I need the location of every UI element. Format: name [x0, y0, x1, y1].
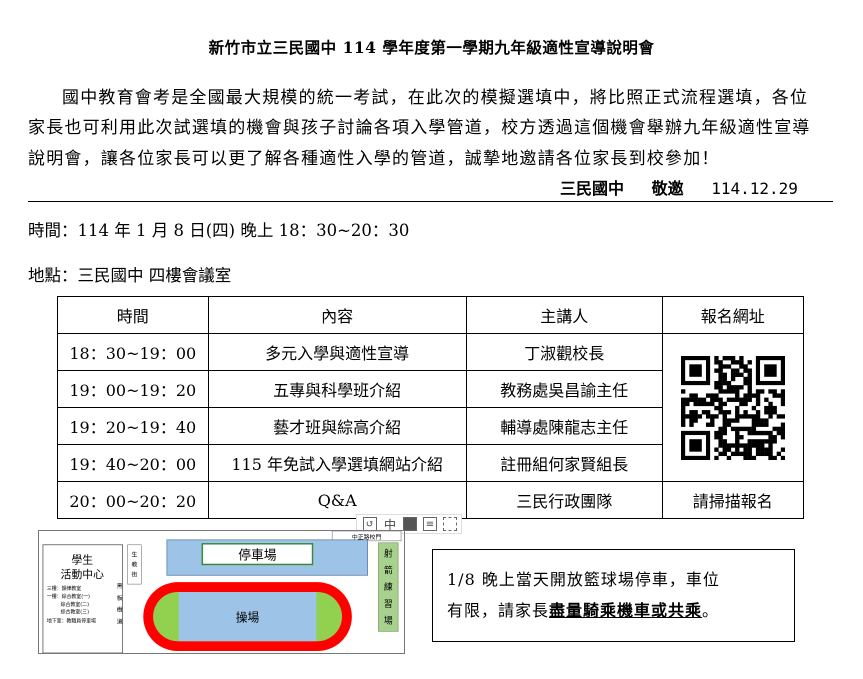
event-place: 地點：三民國中 四樓會議室 [28, 266, 232, 285]
table-row: 20：00~20：20 Q&A 三民行政團隊 請掃描報名 [57, 481, 805, 519]
row-content: 115 年免試入學選填網站介紹 [207, 444, 467, 482]
intro-line-2: 家長也可利用此次試選填的機會與孩子討論各項入學管道，校方透過這個機會舉辦九年級適… [28, 118, 811, 138]
schedule-table: 時間 內容 主講人 報名網址 18：30~19：00 多元入學與適性宣導 丁淑觀… [57, 296, 805, 519]
qr-cell [661, 333, 805, 482]
svg-text:道: 道 [117, 617, 123, 625]
inline-icon[interactable]: 中 [383, 517, 397, 532]
square-icon[interactable] [403, 517, 417, 531]
header-signup: 報名網址 [661, 296, 805, 334]
svg-text:綜合教室(三): 綜合教室(三) [61, 609, 89, 616]
row-speaker: 註冊組何家賢組長 [465, 444, 663, 482]
header-content: 內容 [207, 296, 467, 334]
svg-text:一樓：綜合教室(一): 一樓：綜合教室(一) [47, 593, 90, 600]
row-content: 五專與科學班介紹 [207, 370, 467, 408]
svg-text:板: 板 [117, 594, 123, 602]
row-speaker: 教務處吳昌諭主任 [465, 370, 663, 408]
divider [28, 201, 833, 202]
svg-text:街: 街 [131, 570, 137, 578]
signature-invite: 敬邀 [651, 179, 684, 198]
notice-emphasis: 盡量騎乘機車或共乘 [549, 601, 703, 620]
qr-code-icon[interactable] [680, 355, 785, 460]
svg-text:射: 射 [384, 548, 393, 560]
svg-text:教: 教 [131, 560, 137, 568]
header-speaker: 主講人 [465, 296, 663, 334]
layout-options-icon[interactable]: ≡ [423, 517, 437, 531]
signature: 三民國中 敬邀 114.12.29 [560, 175, 820, 199]
svg-text:習: 習 [384, 599, 393, 610]
intro-line-1: 國中教育會考是全國最大規模的統一考試，在此次的模擬選填中，將比照正式流程選填，各… [62, 88, 809, 108]
row-time: 20：00~20：20 [57, 481, 209, 519]
table-row: 18：30~19：00 多元入學與適性宣導 丁淑觀校長 [57, 333, 805, 482]
svg-text:樹: 樹 [117, 606, 123, 614]
notice-line-2-suffix: 。 [702, 601, 720, 620]
table-header-row: 時間 內容 主講人 報名網址 [57, 296, 805, 334]
svg-text:練: 練 [384, 581, 393, 593]
notice-line-2: 有限，請家長盡量騎乘機車或共乘。 [447, 597, 719, 621]
campus-map: 中正路校門 學生 活動中心 三樓：韻律教室 一樓：綜合教室(一) 綜合教室(二)… [38, 530, 405, 654]
document-title: 新竹市立三民國中 114 學年度第一學期九年級適性宣導說明會 [208, 38, 655, 57]
row-content: Q&A [207, 481, 467, 519]
row-content: 藝才班與綜高介紹 [207, 407, 467, 445]
side-label-a: 生教街 [131, 551, 137, 579]
event-time: 時間：114 年 1 月 8 日(四) 晚上 18：30~20：30 [28, 221, 410, 240]
parking-notice: 1/8 晚上當天開放籃球場停車，車位 有限，請家長盡量騎乘機車或共乘。 [432, 549, 795, 642]
svg-text:箭: 箭 [384, 564, 393, 576]
header-time: 時間 [57, 296, 209, 334]
activity-center-label-1: 學生 [71, 552, 93, 566]
intro-line-3: 說明會，讓各位家長可以更了解各種適性入學的管道，誠摯地邀請各位家長到校參加！ [28, 149, 720, 169]
row-speaker: 輔導處陳龍志主任 [465, 407, 663, 445]
signature-school: 三民國中 [560, 179, 625, 198]
resize-handle-icon[interactable] [443, 517, 457, 531]
signup-label: 請掃描報名 [661, 481, 805, 519]
row-speaker: 三民行政團隊 [465, 481, 663, 519]
svg-text:三樓：韻律教室: 三樓：韻律教室 [47, 585, 81, 592]
row-time: 19：00~19：20 [57, 370, 209, 408]
svg-text:黑: 黑 [117, 583, 123, 590]
notice-line-1: 1/8 晚上當天開放籃球場停車，車位 [447, 570, 720, 589]
wrap-icon[interactable]: ↺ [363, 517, 377, 531]
field-label: 操場 [236, 611, 260, 625]
signature-date: 114.12.29 [711, 179, 798, 198]
svg-text:場: 場 [384, 614, 393, 626]
row-time: 18：30~19：00 [57, 333, 209, 371]
svg-text:地下室：教職員停車場: 地下室：教職員停車場 [47, 618, 96, 625]
activity-center-label-2: 活動中心 [61, 567, 104, 581]
row-time: 19：20~19：40 [57, 407, 209, 445]
row-content: 多元入學與適性宣導 [207, 333, 467, 371]
svg-text:綜合教室(二): 綜合教室(二) [61, 601, 89, 608]
row-speaker: 丁淑觀校長 [465, 333, 663, 371]
svg-text:生: 生 [131, 551, 137, 559]
notice-line-2-prefix: 有限，請家長 [447, 601, 550, 620]
row-time: 19：40~20：00 [57, 444, 209, 482]
parking-label: 停車場 [238, 548, 277, 564]
